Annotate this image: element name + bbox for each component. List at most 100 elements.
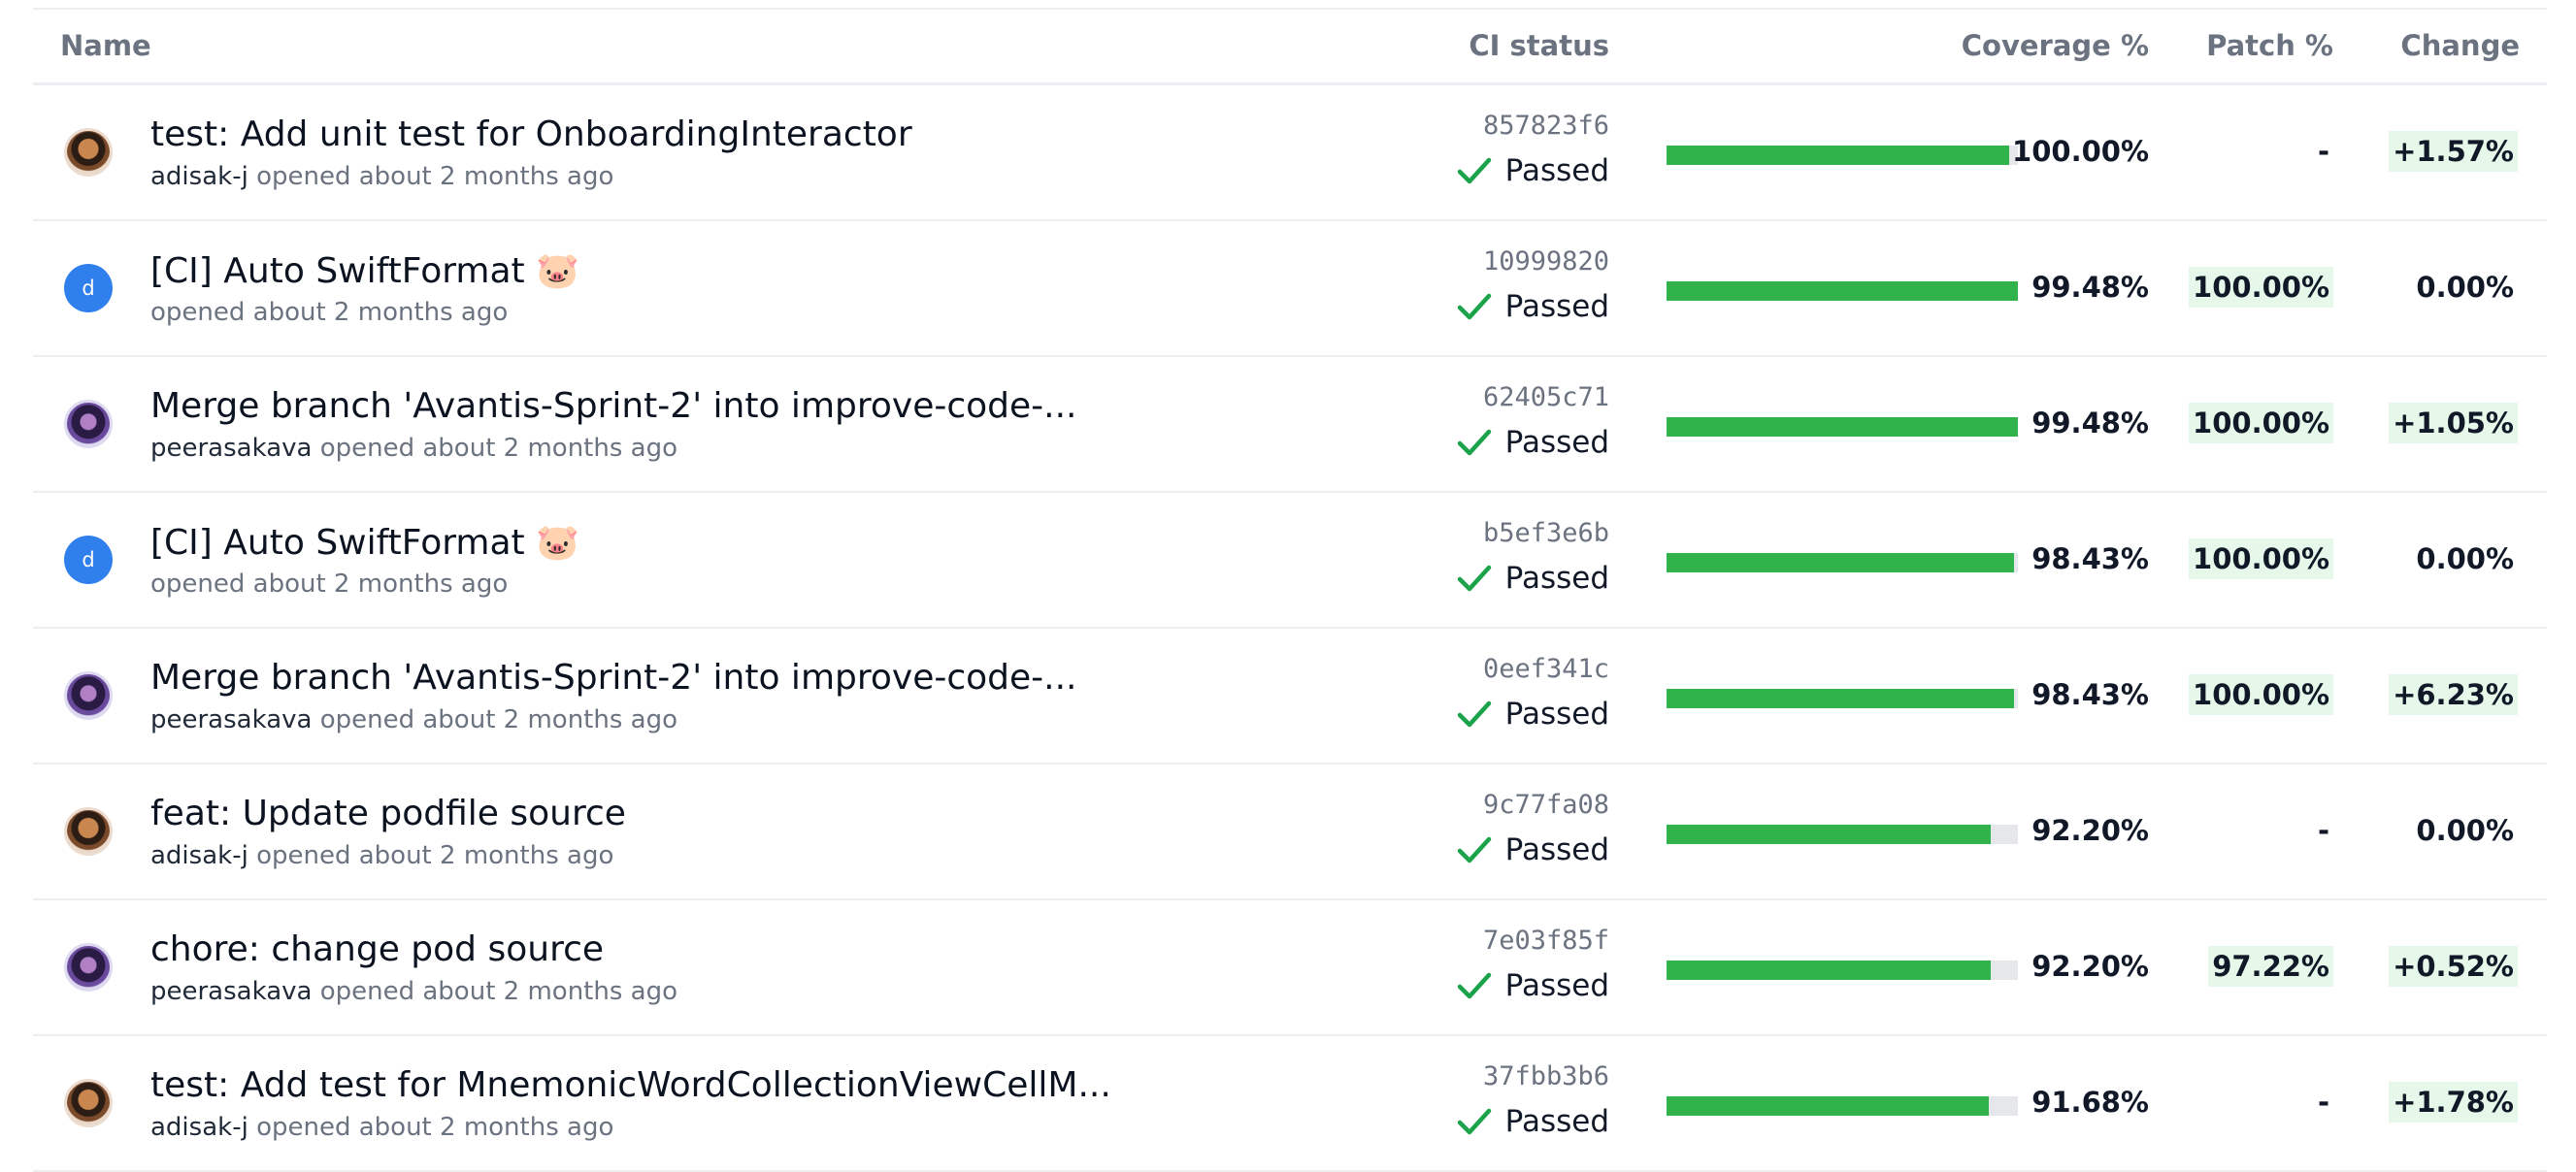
patch-value: - [2317,1086,2329,1119]
coverage-value: 92.20% [2031,814,2149,847]
patch-value: 100.00% [2189,403,2333,443]
table-row[interactable]: feat: Update podfile source adisak-j ope… [33,765,2547,900]
pull-request-meta: peerasakava opened about 2 months ago [150,705,677,734]
coverage-bar-fill [1667,281,2018,301]
ci-status[interactable]: Passed [1457,423,1609,462]
check-icon [1457,157,1491,184]
ci-status-label: Passed [1504,968,1609,1003]
table-row[interactable]: Merge branch 'Avantis-Sprint-2' into imp… [33,357,2547,493]
pull-request-title[interactable]: test: Add test for MnemonicWordCollectio… [150,1065,1111,1105]
author-name[interactable]: peerasakava [150,705,312,734]
table-row[interactable]: test: Add unit test for OnboardingIntera… [33,85,2547,221]
commit-sha[interactable]: 857823f6 [1483,111,1609,141]
check-icon [1457,972,1491,999]
commit-sha[interactable]: 10999820 [1483,246,1609,277]
column-header-patch[interactable]: Patch % [2206,10,2333,82]
avatar: d [64,264,113,312]
pull-request-meta: adisak-j opened about 2 months ago [150,162,613,191]
ci-status[interactable]: Passed [1457,1102,1609,1141]
change-value: +6.23% [2389,674,2518,715]
patch-value: - [2317,814,2329,847]
coverage-bar [1667,146,2018,165]
ci-status-label: Passed [1504,153,1609,188]
change-value: +1.05% [2389,403,2518,443]
ci-status[interactable]: Passed [1457,151,1609,190]
ci-status[interactable]: Passed [1457,559,1609,598]
avatar [64,807,113,856]
coverage-bar-fill [1667,146,2009,165]
check-icon [1457,1108,1491,1135]
ci-status[interactable]: Passed [1457,830,1609,869]
coverage-bar [1667,281,2018,301]
opened-time: opened about 2 months ago [319,977,677,1006]
avatar [64,400,113,448]
ci-status-label: Passed [1504,289,1609,324]
commit-sha[interactable]: 7e03f85f [1483,926,1609,956]
coverage-value: 91.68% [2031,1086,2149,1119]
author-name[interactable]: peerasakava [150,434,312,463]
change-value: +0.52% [2389,946,2518,987]
pull-request-title[interactable]: [CI] Auto SwiftFormat 🐷 [150,522,579,563]
column-header-coverage[interactable]: Coverage % [1962,10,2149,82]
table-header: Name CI status Coverage % Patch % Change [33,8,2547,85]
patch-value: 100.00% [2189,674,2333,715]
commit-sha[interactable]: 9c77fa08 [1483,790,1609,820]
avatar [64,1079,113,1127]
column-header-change[interactable]: Change [2400,10,2520,82]
pull-request-title[interactable]: test: Add unit test for OnboardingIntera… [150,114,912,154]
ci-status[interactable]: Passed [1457,966,1609,1005]
pull-request-title[interactable]: feat: Update podfile source [150,794,626,833]
pull-request-meta: adisak-j opened about 2 months ago [150,841,613,870]
ci-status[interactable]: Passed [1457,695,1609,733]
ci-status[interactable]: Passed [1457,287,1609,326]
coverage-value: 92.20% [2031,950,2149,983]
column-header-name[interactable]: Name [60,10,151,82]
patch-value: 97.22% [2208,946,2333,987]
avatar: d [64,536,113,584]
pull-request-meta: adisak-j opened about 2 months ago [150,1113,613,1142]
pull-request-title[interactable]: Merge branch 'Avantis-Sprint-2' into imp… [150,386,1076,426]
opened-time: opened about 2 months ago [319,705,677,734]
commit-sha[interactable]: b5ef3e6b [1483,518,1609,548]
commit-sha[interactable]: 0eef341c [1483,654,1609,684]
table-row[interactable]: test: Add test for MnemonicWordCollectio… [33,1036,2547,1172]
pull-request-meta: opened about 2 months ago [150,570,508,599]
pull-request-title[interactable]: [CI] Auto SwiftFormat 🐷 [150,250,579,291]
coverage-bar [1667,825,2018,844]
table-row[interactable]: d [CI] Auto SwiftFormat 🐷 opened about 2… [33,221,2547,357]
opened-time: opened about 2 months ago [256,841,614,870]
opened-time: opened about 2 months ago [256,162,614,191]
patch-value: 100.00% [2189,267,2333,308]
change-value: +1.78% [2389,1082,2518,1123]
table-row[interactable]: d [CI] Auto SwiftFormat 🐷 opened about 2… [33,493,2547,629]
author-name[interactable]: adisak-j [150,162,248,191]
coverage-bar-fill [1667,553,2015,572]
author-name[interactable]: adisak-j [150,841,248,870]
pull-request-title[interactable]: Merge branch 'Avantis-Sprint-2' into imp… [150,658,1076,698]
pull-request-title[interactable]: chore: change pod source [150,929,604,969]
coverage-bar-fill [1667,960,1991,980]
change-value: 0.00% [2416,542,2514,575]
coverage-bar-fill [1667,1096,1989,1116]
ci-status-label: Passed [1504,832,1609,867]
pull-request-meta: peerasakava opened about 2 months ago [150,977,677,1006]
patch-value: 100.00% [2189,538,2333,579]
coverage-bar-fill [1667,417,2018,437]
author-name[interactable]: peerasakava [150,977,312,1006]
change-value: 0.00% [2416,271,2514,304]
table-row[interactable]: chore: change pod source peerasakava ope… [33,900,2547,1036]
coverage-value: 99.48% [2031,407,2149,440]
commit-sha[interactable]: 62405c71 [1483,382,1609,412]
pull-request-meta: opened about 2 months ago [150,298,508,327]
check-icon [1457,429,1491,456]
author-name[interactable]: adisak-j [150,1113,248,1142]
opened-time: opened about 2 months ago [319,434,677,463]
column-header-ci-status[interactable]: CI status [1469,10,1609,82]
commit-sha[interactable]: 37fbb3b6 [1483,1061,1609,1091]
table-row[interactable]: Merge branch 'Avantis-Sprint-2' into imp… [33,629,2547,765]
opened-time: opened about 2 months ago [150,570,509,599]
pull-request-meta: peerasakava opened about 2 months ago [150,434,677,463]
patch-value: - [2317,135,2329,168]
avatar [64,943,113,992]
ci-status-label: Passed [1504,1104,1609,1139]
